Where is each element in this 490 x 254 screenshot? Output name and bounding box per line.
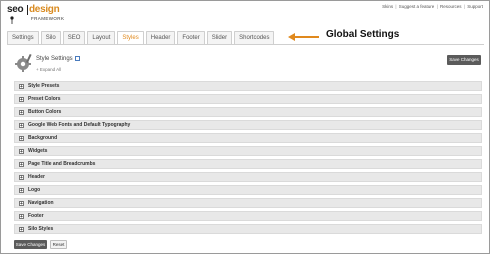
bottom-actions: Save Changes Reset [14,240,67,249]
tab-bar: Settings Silo SEO Layout Styles Header F… [7,31,275,45]
annotation-arrow-icon [288,33,319,41]
expand-plus-icon: + [19,122,24,129]
expand-plus-icon: + [19,83,24,90]
link-suggest-feature[interactable]: Suggest a feature [399,4,435,9]
expand-plus-icon: + [19,226,24,233]
tab-slider[interactable]: Slider [206,31,233,45]
section-label: Background [28,135,58,141]
help-icon[interactable] [74,56,80,61]
tab-styles[interactable]: Styles [117,31,144,45]
section-background[interactable]: + Background [14,133,482,143]
link-resources[interactable]: Resources [440,4,462,9]
link-support[interactable]: Support [467,4,483,9]
section-logo[interactable]: + Logo [14,185,482,195]
link-skins[interactable]: Skins [382,4,393,9]
section-label: Header [28,174,45,180]
section-page-title-breadcrumbs[interactable]: + Page Title and Breadcrumbs [14,159,482,169]
section-label: Style Presets [28,83,60,89]
expand-plus-icon: + [19,161,24,168]
tab-header[interactable]: Header [145,31,176,45]
expand-plus-icon: + [19,174,24,181]
tab-settings[interactable]: Settings [7,31,39,45]
section-footer[interactable]: + Footer [14,211,482,221]
expand-all-link[interactable]: + Expand All [36,67,61,72]
tab-layout[interactable]: Layout [87,31,116,45]
save-changes-button-top[interactable]: Save Changes [447,55,481,65]
expand-plus-icon: + [19,213,24,220]
section-label: Logo [28,187,41,193]
section-google-web-fonts[interactable]: + Google Web Fonts and Default Typography [14,120,482,130]
expand-plus-icon: + [19,96,24,103]
tab-footer[interactable]: Footer [177,31,205,45]
save-changes-button[interactable]: Save Changes [14,240,47,249]
link-separator: | [395,4,397,9]
section-style-presets[interactable]: + Style Presets [14,81,482,91]
style-settings-title: Style Settings [36,56,80,62]
logo-design-text: design [29,4,60,15]
section-label: Page Title and Breadcrumbs [28,161,96,167]
link-separator: | [463,4,465,9]
expand-plus-icon: + [19,109,24,116]
section-button-colors[interactable]: + Button Colors [14,107,482,117]
section-header[interactable]: + Header [14,172,482,182]
section-label: Button Colors [28,109,62,115]
paint-brush-settings-icon [15,53,32,72]
section-label: Preset Colors [28,96,61,102]
top-links: Skins | Suggest a feature | Resources | … [381,4,483,9]
section-silo-styles[interactable]: + Silo Styles [14,224,482,234]
expand-plus-icon: + [19,187,24,194]
expand-plus-icon: + [19,135,24,142]
settings-accordion: + Style Presets + Preset Colors + Button Co… [14,81,482,237]
tab-seo[interactable]: SEO [62,31,86,45]
section-label: Footer [28,213,44,219]
style-settings-title-text: Style Settings [36,56,73,63]
section-label: Silo Styles [28,226,54,232]
app-window: seo design FRAMEWORK Skins | Suggest a f… [0,0,490,254]
expand-plus-icon: + [19,200,24,207]
section-label: Google Web Fonts and Default Typography [28,122,131,128]
tab-silo[interactable]: Silo [40,31,61,45]
logo-divider [27,5,28,15]
section-widgets[interactable]: + Widgets [14,146,482,156]
tab-divider [7,44,484,45]
section-label: Navigation [28,200,54,206]
annotation-label: Global Settings [326,29,400,40]
section-preset-colors[interactable]: + Preset Colors [14,94,482,104]
reset-button[interactable]: Reset [50,240,67,249]
tab-shortcodes[interactable]: Shortcodes [234,31,275,45]
pin-icon [10,16,14,24]
section-navigation[interactable]: + Navigation [14,198,482,208]
link-separator: | [436,4,438,9]
section-label: Widgets [28,148,48,154]
expand-plus-icon: + [19,148,24,155]
seo-design-framework-logo[interactable]: seo design FRAMEWORK [7,4,75,26]
logo-framework-text: FRAMEWORK [31,16,65,21]
logo-seo-text: seo [7,4,24,15]
